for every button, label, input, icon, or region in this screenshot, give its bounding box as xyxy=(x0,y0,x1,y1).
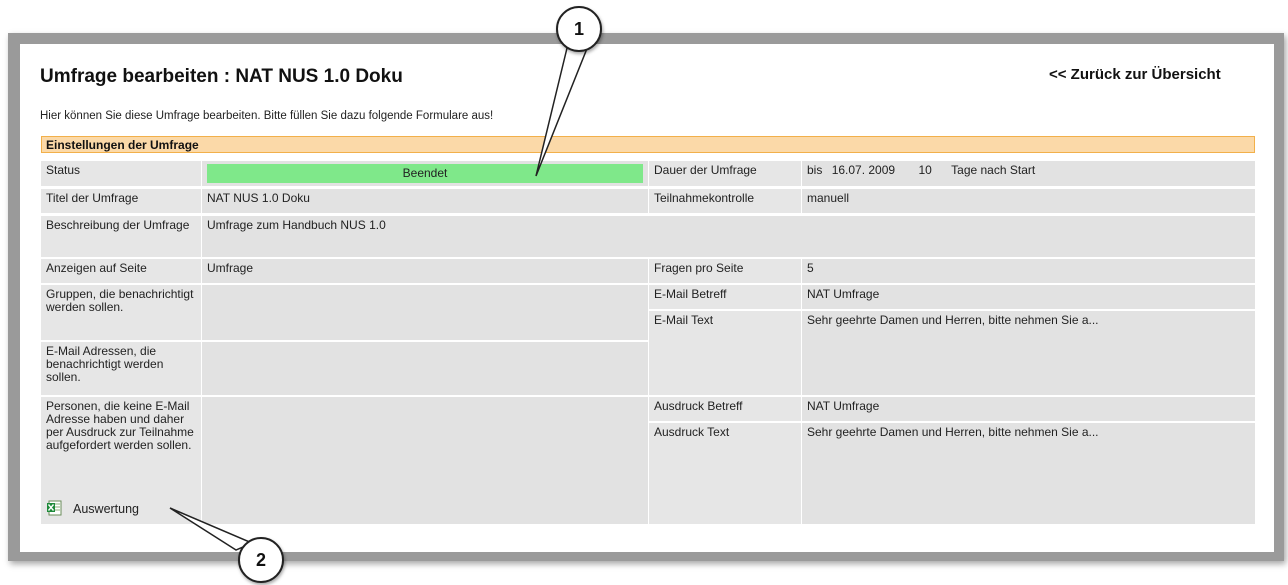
callout-1: 1 xyxy=(556,6,602,52)
callout-pointers xyxy=(169,43,590,551)
callout-2: 2 xyxy=(238,537,284,583)
